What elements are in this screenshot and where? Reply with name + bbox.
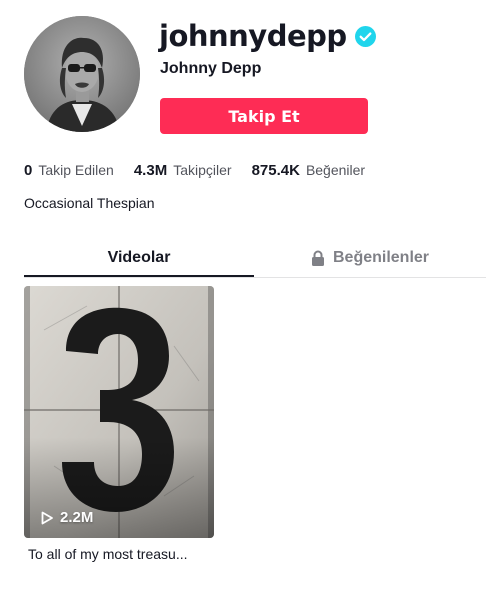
tab-liked[interactable]: Beğenilenler	[254, 240, 486, 276]
profile-stats: 0 Takip Edilen 4.3M Takipçiler 875.4K Be…	[24, 162, 385, 179]
tab-liked-label: Beğenilenler	[332, 249, 430, 266]
followers-label: Takipçiler	[173, 162, 232, 178]
tab-videos[interactable]: Videolar	[24, 240, 254, 276]
followers-stat[interactable]: 4.3M Takipçiler	[134, 162, 232, 179]
video-thumbnail[interactable]: 2.2M	[24, 286, 214, 538]
play-icon	[40, 511, 54, 525]
countdown-image	[24, 286, 214, 538]
tab-videos-label: Videolar	[107, 249, 171, 266]
likes-count: 875.4K	[251, 162, 300, 179]
bio: Occasional Thespian	[24, 195, 155, 211]
verified-check-icon	[354, 25, 376, 47]
profile-tabs: Videolar Beğenilenler	[24, 240, 486, 278]
display-name: Johnny Depp	[160, 60, 262, 77]
video-caption[interactable]: To all of my most treasu...	[28, 546, 188, 562]
avatar[interactable]	[24, 16, 140, 132]
play-count-value: 2.2M	[60, 509, 94, 526]
likes-stat: 875.4K Beğeniler	[252, 162, 366, 179]
following-stat[interactable]: 0 Takip Edilen	[24, 162, 114, 179]
profile-photo	[24, 16, 140, 132]
username: johnnydepp	[159, 19, 347, 53]
lock-icon	[311, 250, 325, 266]
follow-button[interactable]: Takip Et	[160, 98, 368, 134]
following-label: Takip Edilen	[38, 162, 114, 178]
play-count: 2.2M	[40, 509, 93, 526]
active-tab-indicator	[24, 275, 254, 277]
following-count: 0	[24, 162, 33, 179]
followers-count: 4.3M	[133, 162, 168, 179]
username-row: johnnydepp	[159, 16, 376, 56]
likes-label: Beğeniler	[305, 162, 366, 178]
